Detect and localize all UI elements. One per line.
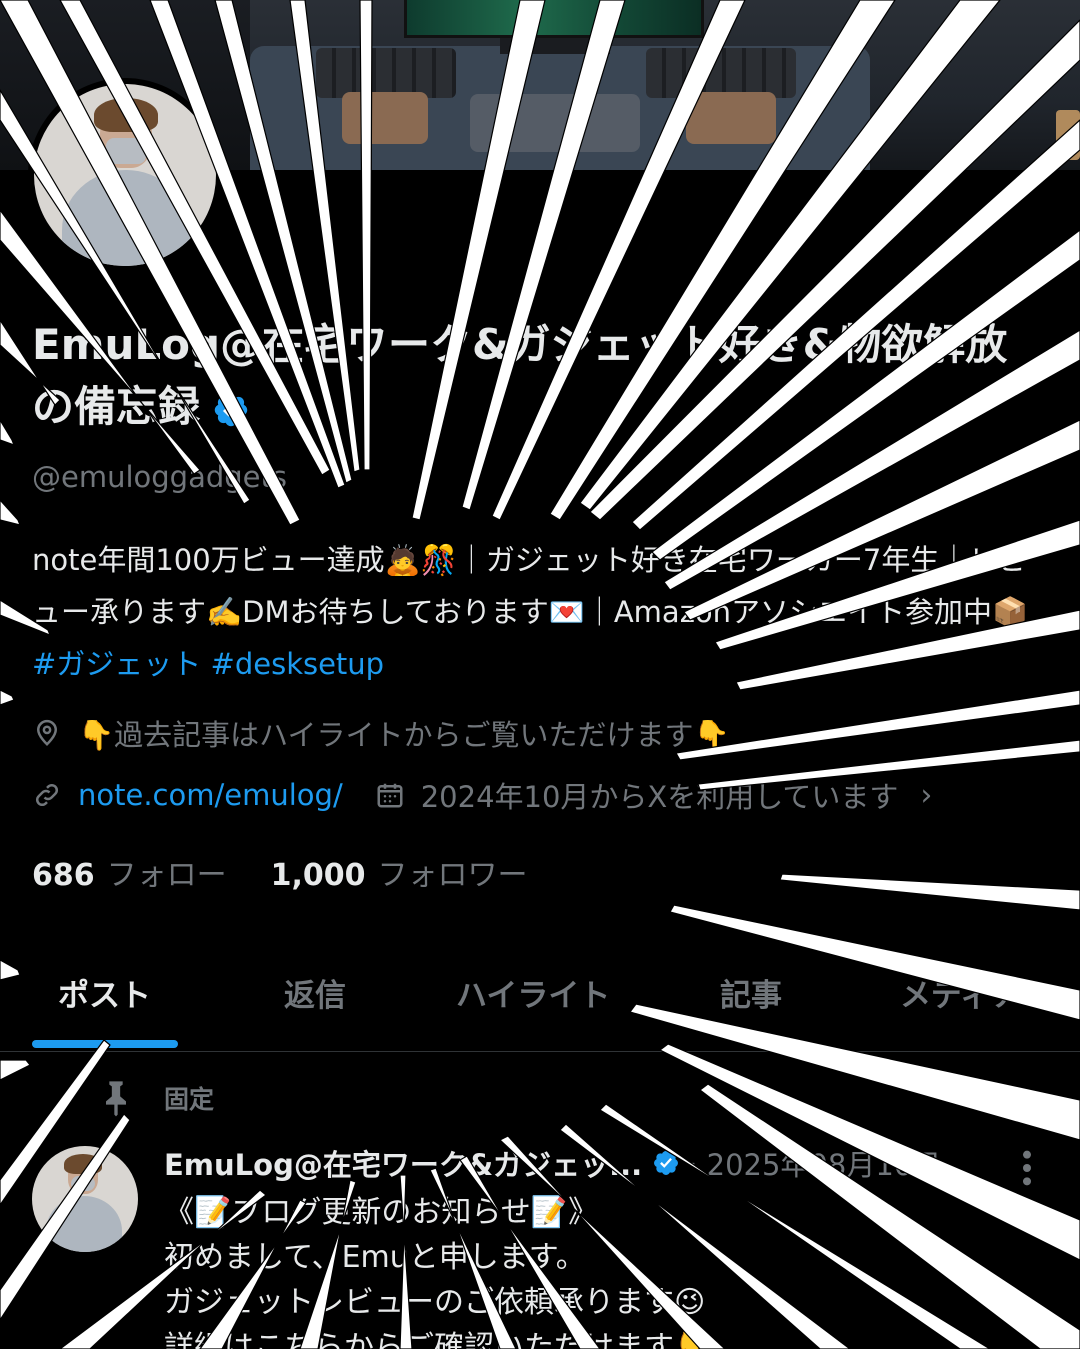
hashtag-gadget-link[interactable]: #ガジェット [32,647,201,681]
post-avatar-mask [71,1176,95,1191]
verified-badge-icon[interactable] [212,391,250,429]
banner-monitor [404,0,704,38]
tab-posts[interactable]: ポスト [58,970,151,1015]
following-link[interactable]: 686 フォロー [32,850,227,894]
location-text: 👇過去記事はハイライトからご覧いただけます👇 [78,718,730,752]
following-label: フォロー [106,858,227,893]
post-date[interactable]: · 2025年08月16日 [688,1142,941,1184]
pinned-label: 固定 [164,1085,215,1114]
display-name-text: EmuLog@在宅ワーク&ガジェット好き&物欲解放の備忘録 [32,320,1008,431]
banner-monitor-stand [500,38,610,54]
profile-location-row: 👇過去記事はハイライトからご覧いただけます👇 [32,712,730,754]
post-avatar-hair [64,1154,102,1174]
stats-gap [227,850,271,894]
avatar-mask [106,138,146,164]
calendar-icon [377,783,403,808]
post-author-name[interactable]: EmuLog@在宅ワーク&ガジェッ... [164,1142,642,1184]
banner-wristrest-left [342,92,428,144]
tab-media[interactable]: メディア [900,970,1022,1015]
followers-label: フォロワー [377,858,528,893]
post-author-avatar[interactable] [32,1146,138,1252]
avatar-hair [94,98,158,132]
tab-articles[interactable]: 記事 [720,970,782,1015]
post-text: 《📝ブログ更新のお知らせ📝》 初めまして、Emuと申します。 ガジェットレビュー… [164,1195,712,1349]
profile-handle: @emuloggadgets [32,460,287,494]
location-pin-icon [36,719,58,746]
joined-date-text: 2024年10月からXを利用しています [420,780,899,814]
bio-text: note年間100万ビュー達成🙇🎊｜ガジェット好き在宅ワーカー7年生｜レビュー承… [32,543,1029,629]
followers-count: 1,000 [270,858,366,893]
follow-stats: 686 フォロー 1,000 フォロワー [32,850,528,894]
verified-badge-icon [654,1151,679,1175]
hashtag-desksetup-link[interactable]: #desksetup [211,647,385,681]
website-link[interactable]: note.com/emulog/ [78,778,343,812]
avatar-hoodie [62,170,190,266]
banner-keyboard-right [646,48,796,98]
banner-keyboard-left [316,48,456,98]
tab-replies[interactable]: 返信 [284,970,346,1015]
post-avatar-hoodie [46,1196,122,1252]
pin-icon [106,1081,126,1117]
profile-tabs: ポスト 返信 ハイライト 記事 メディア [0,946,1080,1052]
post-header: EmuLog@在宅ワーク&ガジェッ... · 2025年08月16日 [164,1142,941,1184]
banner-trackpad [470,94,640,152]
more-vertical-icon[interactable] [1014,1148,1040,1188]
banner-wristrest-right [686,92,776,144]
followers-link[interactable]: 1,000 フォロワー [271,850,528,894]
profile-avatar[interactable] [28,78,222,272]
banner-lamp [1056,110,1080,160]
tab-highlights[interactable]: ハイライト [456,970,610,1015]
pinned-indicator: 固定 [96,1078,214,1118]
link-icon [35,783,59,807]
following-count: 686 [32,858,95,893]
chevron-right-icon[interactable]: › [920,778,932,813]
avatar-photo [34,84,216,266]
profile-display-name: EmuLog@在宅ワーク&ガジェット好き&物欲解放の備忘録 [32,314,1042,438]
profile-links-row: note.com/emulog/ 2024年10月からXを利用しています › [32,774,932,816]
profile-bio: note年間100万ビュー達成🙇🎊｜ガジェット好き在宅ワーカー7年生｜レビュー承… [32,534,1042,690]
active-tab-indicator [32,1040,178,1048]
